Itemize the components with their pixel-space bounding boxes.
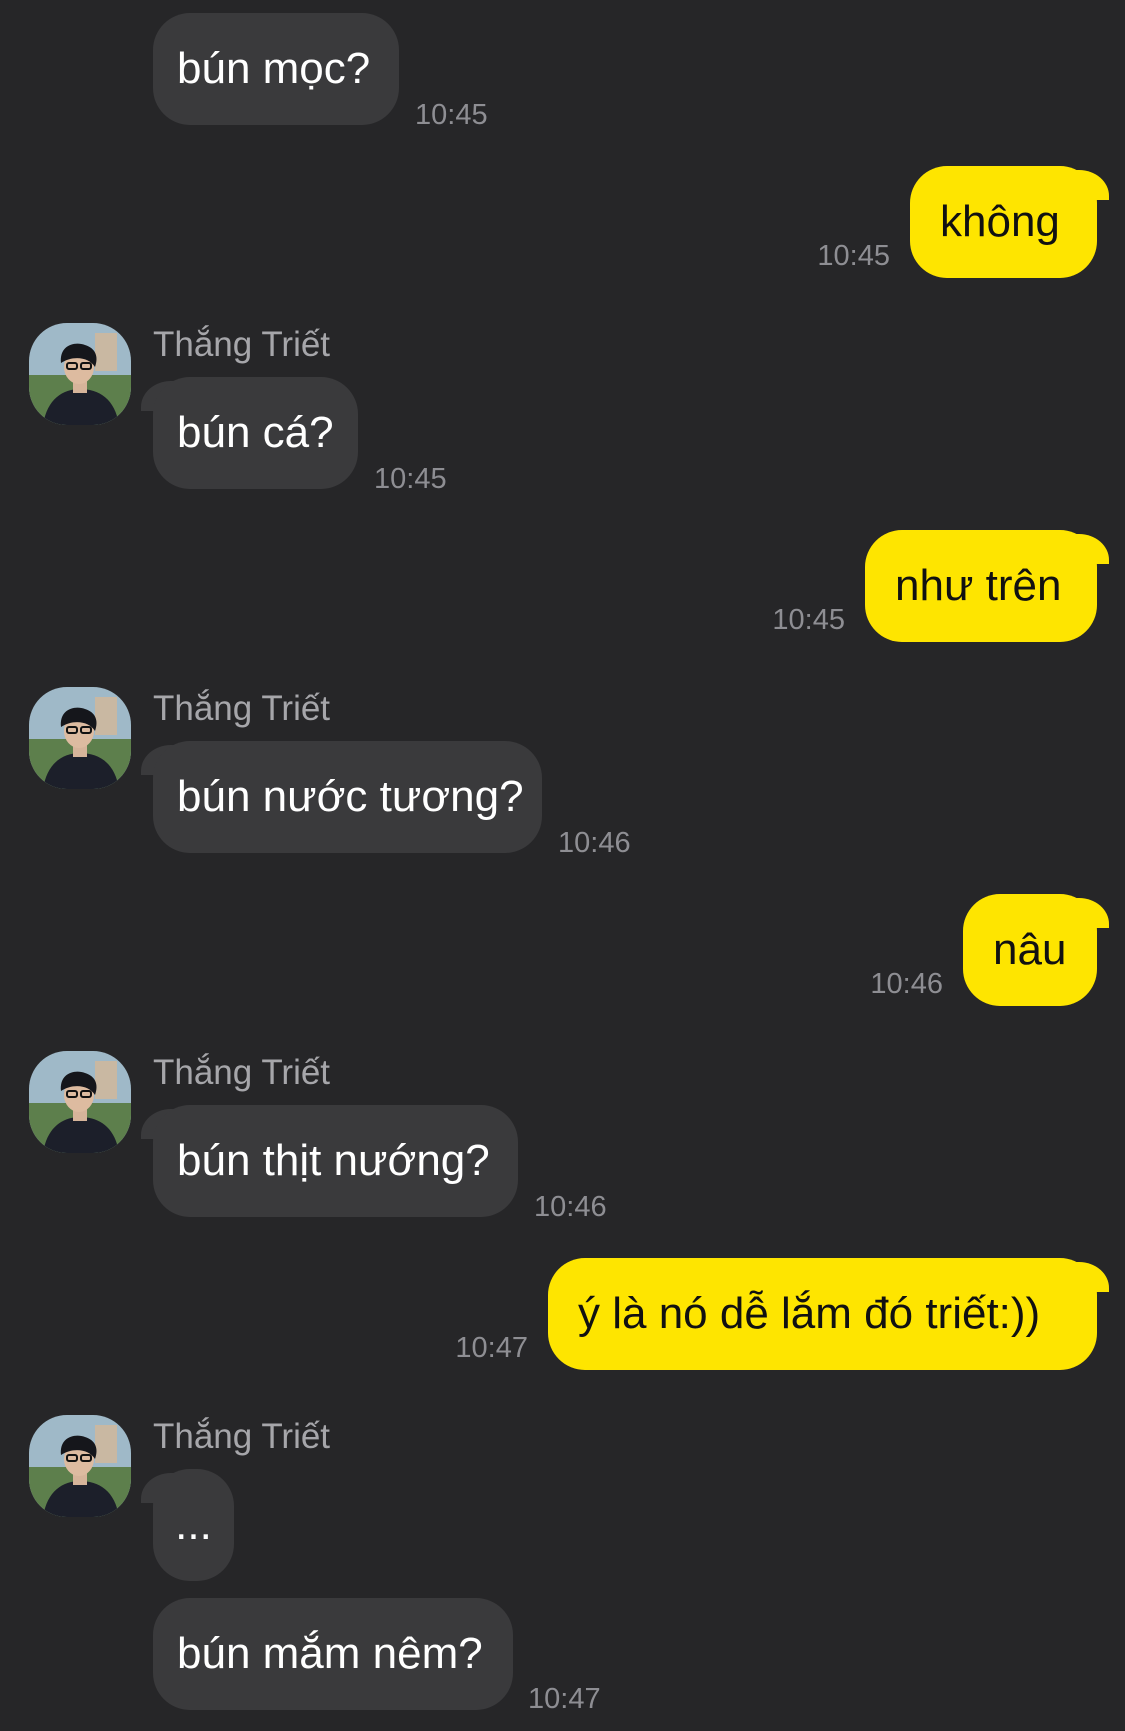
sender-name: Thắng Triết (153, 689, 331, 728)
sender-avatar[interactable] (29, 687, 131, 789)
message-bubble-incoming[interactable]: bún cá? (141, 377, 358, 489)
sender-name: Thắng Triết (153, 1053, 331, 1092)
sender-avatar[interactable] (29, 1051, 131, 1153)
user-avatar-icon (29, 1415, 131, 1517)
message-timestamp: 10:47 (528, 1683, 601, 1715)
message-text: bún thịt nướng? (177, 1136, 490, 1185)
message-text: bún mọc? (177, 44, 371, 93)
message-timestamp: 10:46 (558, 827, 631, 859)
bubble-tail (141, 1109, 175, 1139)
bubble-tail (1075, 898, 1109, 928)
message-bubble-outgoing[interactable]: không (910, 166, 1109, 278)
bubble-tail (141, 1473, 175, 1503)
message-bubble-incoming[interactable]: bún nước tương? (141, 741, 542, 853)
message-timestamp: 10:45 (772, 604, 845, 636)
message-text: ... (175, 1500, 212, 1549)
message-bubble-outgoing[interactable]: ý là nó dễ lắm đó triết:)) (548, 1258, 1109, 1370)
message-text: bún mắm nêm? (177, 1629, 483, 1678)
bubble-tail (1075, 534, 1109, 564)
user-avatar-icon (29, 1051, 131, 1153)
message-text: như trên (895, 561, 1062, 610)
user-avatar-icon (29, 323, 131, 425)
sender-avatar[interactable] (29, 323, 131, 425)
message-timestamp: 10:45 (374, 463, 447, 495)
message-text: nâu (993, 925, 1067, 974)
bubble-tail (141, 381, 175, 411)
message-text: ý là nó dễ lắm đó triết:)) (578, 1289, 1041, 1338)
bubble-tail (1075, 1262, 1109, 1292)
message-text: không (940, 197, 1060, 246)
message-text: bún nước tương? (177, 772, 524, 821)
message-bubble-incoming[interactable]: bún thịt nướng? (141, 1105, 518, 1217)
message-timestamp: 10:45 (415, 99, 488, 131)
message-bubble-incoming[interactable]: ... (141, 1469, 234, 1581)
message-bubble-outgoing[interactable]: như trên (865, 530, 1109, 642)
bubble-tail (1075, 170, 1109, 200)
message-timestamp: 10:45 (817, 240, 890, 272)
bubble-tail (141, 745, 175, 775)
sender-name: Thắng Triết (153, 325, 331, 364)
user-avatar-icon (29, 687, 131, 789)
message-bubble-outgoing[interactable]: nâu (963, 894, 1109, 1006)
message-bubble-incoming[interactable]: bún mọc? (153, 13, 399, 125)
message-timestamp: 10:46 (870, 968, 943, 1000)
message-timestamp: 10:47 (455, 1332, 528, 1364)
message-bubble-incoming[interactable]: bún mắm nêm? (153, 1598, 513, 1710)
message-timestamp: 10:46 (534, 1191, 607, 1223)
message-text: bún cá? (177, 408, 334, 457)
sender-name: Thắng Triết (153, 1417, 331, 1456)
sender-avatar[interactable] (29, 1415, 131, 1517)
